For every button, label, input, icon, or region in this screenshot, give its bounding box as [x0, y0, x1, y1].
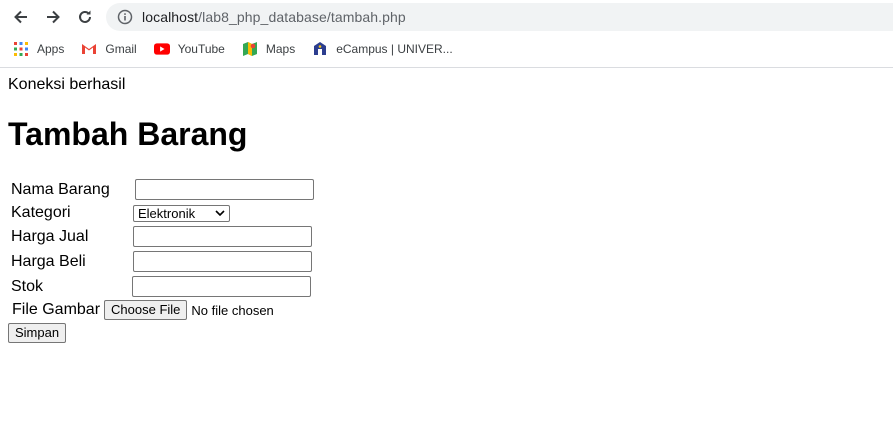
gmail-icon	[81, 41, 97, 57]
page-content: Koneksi berhasil Tambah Barang Nama Bara…	[0, 68, 893, 351]
apps-grid-icon	[13, 41, 29, 57]
bookmark-label: Gmail	[105, 42, 137, 56]
stok-label: Stok	[11, 277, 44, 295]
simpan-button[interactable]: Simpan	[8, 323, 67, 343]
harga-beli-input[interactable]	[133, 251, 312, 272]
kategori-select[interactable]: Elektronik	[133, 204, 230, 222]
nama-label: Nama Barang	[11, 180, 110, 198]
form-row-stok: Stok	[10, 275, 315, 298]
stok-input[interactable]	[132, 276, 311, 297]
form-row-harga-jual: Harga Jual	[10, 225, 315, 248]
page-title: Tambah Barang	[8, 116, 248, 152]
form-row-nama: Nama Barang	[10, 178, 315, 201]
form-table: Nama Barang Kategori Elektronik Harga Ju…	[8, 176, 317, 300]
bookmark-label: Apps	[37, 42, 65, 56]
choose-file-button[interactable]: Choose File	[104, 300, 188, 320]
harga-jual-label: Harga Jual	[11, 227, 89, 245]
nama-barang-input[interactable]	[135, 179, 314, 200]
file-status-text: No file chosen	[191, 302, 274, 318]
harga-jual-input[interactable]	[133, 226, 312, 247]
bookmark-label: eCampus | UNIVER...	[336, 42, 453, 56]
address-bar[interactable]: localhost/lab8_php_database/tambah.php	[106, 3, 893, 31]
reload-button[interactable]	[73, 5, 97, 29]
bookmark-ecampus[interactable]: eCampus | UNIVER...	[312, 41, 453, 57]
form-row-kategori: Kategori Elektronik	[10, 203, 315, 223]
youtube-icon	[153, 41, 170, 57]
bookmark-maps[interactable]: Maps	[242, 41, 295, 57]
kategori-label: Kategori	[11, 204, 71, 221]
back-button[interactable]	[9, 5, 33, 29]
maps-icon	[242, 41, 258, 57]
connection-status: Koneksi berhasil	[8, 76, 126, 93]
browser-chrome: localhost/lab8_php_database/tambah.php A…	[0, 0, 893, 68]
kategori-selected-value: Elektronik	[138, 205, 196, 221]
bookmarks-bar: Apps Gmail YouTube Maps eCampus | UNIVER…	[0, 36, 458, 62]
submit-row: Simpan	[8, 323, 885, 343]
file-gambar-label: File Gambar	[12, 301, 101, 318]
bookmark-youtube[interactable]: YouTube	[153, 41, 225, 57]
forward-button[interactable]	[41, 5, 65, 29]
arrow-right-icon	[47, 10, 60, 24]
info-icon[interactable]	[117, 9, 133, 25]
chevron-down-icon	[215, 210, 225, 216]
bookmark-gmail[interactable]: Gmail	[81, 41, 137, 57]
arrow-left-icon	[14, 10, 27, 24]
tambah-form: Nama Barang Kategori Elektronik Harga Ju…	[8, 176, 885, 343]
bookmark-label: Maps	[265, 42, 296, 56]
url-path: /lab8_php_database/tambah.php	[198, 9, 406, 25]
bookmark-label: YouTube	[177, 42, 225, 56]
ecampus-icon	[312, 41, 328, 57]
url-text: localhost/lab8_php_database/tambah.php	[142, 9, 406, 25]
reload-icon	[79, 10, 91, 23]
harga-beli-label: Harga Beli	[11, 252, 86, 270]
file-row: File Gambar Choose File No file chosen	[12, 300, 885, 320]
url-host: localhost	[142, 9, 199, 25]
bookmark-apps[interactable]: Apps	[13, 41, 64, 57]
form-row-harga-beli: Harga Beli	[10, 250, 315, 273]
